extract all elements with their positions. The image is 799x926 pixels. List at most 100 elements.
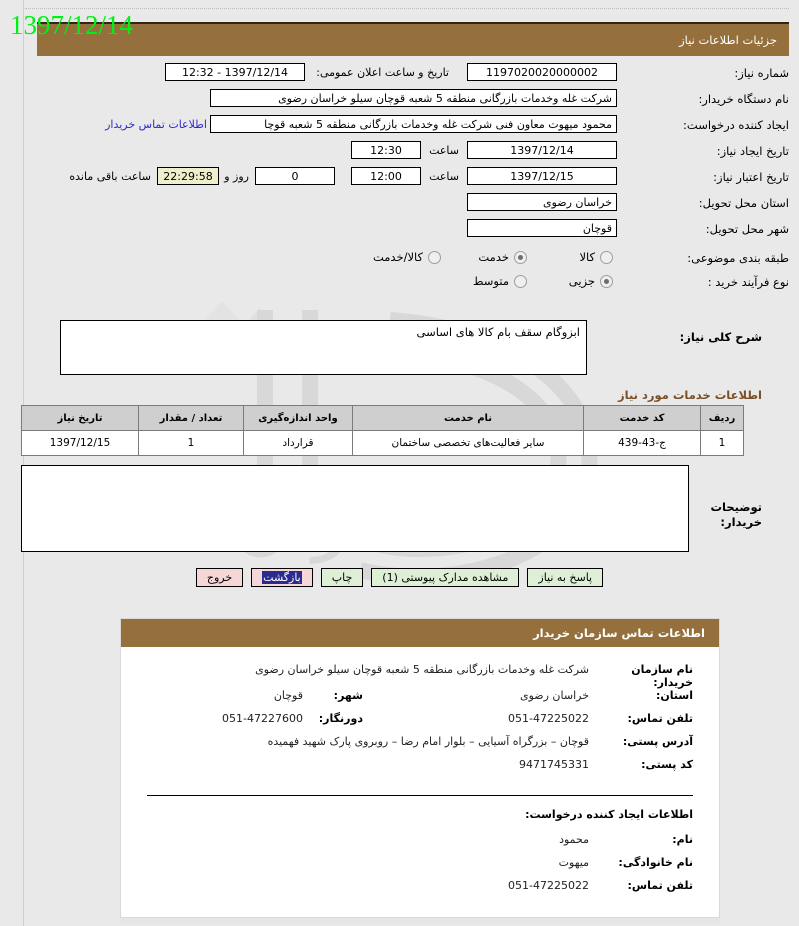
page-gutter-right [789,0,799,926]
requester-first-name-label: نام: [672,833,693,846]
radio-motavaset-icon[interactable] [514,274,527,288]
create-date-value: 1397/12/14 [467,141,617,159]
create-time-label: ساعت [429,144,459,157]
public-announce-value: 1397/12/14 - 12:32 [165,63,305,81]
row-create-date: تاریخ ایجاد نیاز: 1397/12/14 ساعت 12:30 [37,140,789,166]
process-type-label: نوع فرآیند خرید : [707,275,789,289]
process-option-motavaset[interactable]: متوسط [473,274,527,288]
general-desc-value: ابزوگام سقف بام کالا های اساسی [60,320,587,375]
valid-date-value: 1397/12/15 [467,167,617,185]
remaining-days-label: روز و [224,170,249,183]
page-root: گستران 1397/12/14 جزئیات اطلاعات نیاز شم… [0,0,799,926]
requester-value: محمود میهوت معاون فنی شرکت غله وخدمات با… [210,115,617,133]
contact-phone-label: تلفن تماس: [627,712,693,725]
contact-city-label: شهر: [333,689,363,702]
page-gutter-left [0,0,24,926]
contact-divider [147,795,693,796]
buyer-notes-label: توضیحات خریدار: [698,500,763,530]
col-unit: واحد اندازه‌گیری [243,405,353,431]
buyer-notes-label-line1: توضیحات [710,500,763,514]
category-option-kala-label: کالا [579,250,595,264]
row-buyer-org: نام دستگاه خریدار: شرکت غله وخدمات بازرگ… [37,88,789,114]
need-details-form: شماره نیاز: 1197020020000002 تاریخ و ساع… [37,62,789,296]
contact-city-value: قوچان [273,689,303,702]
requester-phone-label: تلفن تماس: [627,879,693,892]
back-button[interactable]: بازگشت [251,568,313,587]
contact-address-value: قوچان – بزرگراه آسیایی – بلوار امام رضا … [267,735,589,748]
valid-time-value: 12:00 [351,167,421,185]
province-label: استان محل تحویل: [698,196,789,210]
buyer-contact-link[interactable]: اطلاعات تماس خریدار [105,118,207,131]
requester-section-title: اطلاعات ایجاد کننده درخواست: [525,808,693,821]
process-option-jozii[interactable]: جزیی [569,274,613,288]
remaining-suffix-label: ساعت باقی مانده [69,170,151,183]
overlay-date-stamp: 1397/12/14 [10,10,134,40]
respond-to-need-button[interactable]: پاسخ به نیاز [527,568,604,587]
items-section-title: اطلاعات خدمات مورد نیاز [618,388,762,402]
row-process-type: نوع فرآیند خرید : جزیی متوسط [37,272,789,296]
radio-kala-icon[interactable] [600,250,613,264]
category-label: طبقه بندی موضوعی: [687,251,789,265]
table-row[interactable]: 1 ج-43-439 سایر فعالیت‌های تخصصی ساختمان… [21,430,744,456]
create-time-value: 12:30 [351,141,421,159]
exit-button[interactable]: خروج [195,568,244,587]
need-number-label: شماره نیاز: [734,66,789,80]
requester-row-phone: تلفن تماس: 051-47225022 [147,879,693,902]
radio-khedmat-icon[interactable] [514,250,527,264]
cell-date: 1397/12/15 [21,430,139,456]
col-code: کد خدمت [583,405,701,431]
contact-row-province-city: استان: خراسان رضوی شهر: قوچان [147,689,693,712]
contact-row-address: آدرس پستی: قوچان – بزرگراه آسیایی – بلوا… [147,735,693,758]
row-category: طبقه بندی موضوعی: کالا خدمت کالا/خدمت [37,248,789,272]
col-qty: تعداد / مقدار [138,405,244,431]
items-table: ردیف کد خدمت نام خدمت واحد اندازه‌گیری ت… [21,405,744,456]
general-desc-label: شرح کلی نیاز: [679,330,762,344]
page-title: جزئیات اطلاعات نیاز [679,33,777,47]
row-requester: ایجاد کننده درخواست: محمود میهوت معاون ف… [37,114,789,140]
buyer-notes-value [21,465,689,552]
category-option-khedmat-label: خدمت [478,250,509,264]
view-attachments-button[interactable]: مشاهده مدارک پیوستی (1) [371,568,520,587]
cell-unit: قرارداد [243,430,353,456]
col-radif: ردیف [700,405,744,431]
contact-panel-title: اطلاعات تماس سازمان خریدار [533,626,705,640]
contact-phone-value: 051-47225022 [508,712,589,725]
row-need-number: شماره نیاز: 1197020020000002 تاریخ و ساع… [37,62,789,88]
buyer-contact-panel: اطلاعات تماس سازمان خریدار نام سازمان خر… [120,618,720,918]
city-value: قوچان [467,219,617,237]
cell-radif: 1 [700,430,744,456]
buyer-org-value: شرکت غله وخدمات بازرگانی منطقه 5 شعبه قو… [210,89,617,107]
cell-name: سایر فعالیت‌های تخصصی ساختمان [352,430,584,456]
contact-postal-value: 9471745331 [519,758,589,771]
need-number-value: 1197020020000002 [467,63,617,81]
radio-kala-khedmat-icon[interactable] [428,250,441,264]
contact-org-label: نام سازمان خریدار: [631,663,693,689]
contact-row-phone-fax: تلفن تماس: 051-47225022 دورنگار: 051-472… [147,712,693,735]
page-header-bar: جزئیات اطلاعات نیاز [37,22,789,56]
category-option-kala-khedmat[interactable]: کالا/خدمت [373,250,441,264]
row-city: شهر محل تحویل: قوچان [37,218,789,244]
print-button[interactable]: چاپ [320,568,364,587]
panel-bottom-strip [120,918,720,924]
buyer-notes-label-line2: خریدار: [720,515,762,529]
buyer-org-label: نام دستگاه خریدار: [698,92,789,106]
contact-org-value: شرکت غله وخدمات بازرگانی منطقه 5 شعبه قو… [255,663,589,676]
contact-province-label: استان: [656,689,693,702]
cell-qty: 1 [138,430,244,456]
public-announce-label: تاریخ و ساعت اعلان عمومی: [316,66,449,79]
contact-postal-label: کد پستی: [641,758,693,771]
province-value: خراسان رضوی [467,193,617,211]
city-label: شهر محل تحویل: [705,222,789,236]
process-option-jozii-label: جزیی [568,274,595,288]
contact-row-org: نام سازمان خریدار: شرکت غله وخدمات بازرگ… [147,663,693,689]
action-buttons: پاسخ به نیاز مشاهده مدارک پیوستی (1) چاپ… [0,568,799,587]
category-option-khedmat[interactable]: خدمت [478,250,527,264]
contact-province-value: خراسان رضوی [519,689,589,702]
category-option-kala[interactable]: کالا [579,250,613,264]
contact-fax-value: 051-47227600 [222,712,303,725]
category-option-kala-khedmat-label: کالا/خدمت [372,250,423,264]
contact-panel-body: نام سازمان خریدار: شرکت غله وخدمات بازرگ… [121,647,719,916]
requester-last-name-value: میهوت [558,856,589,869]
requester-last-name-label: نام خانوادگی: [618,856,693,869]
radio-jozii-icon[interactable] [600,274,613,288]
